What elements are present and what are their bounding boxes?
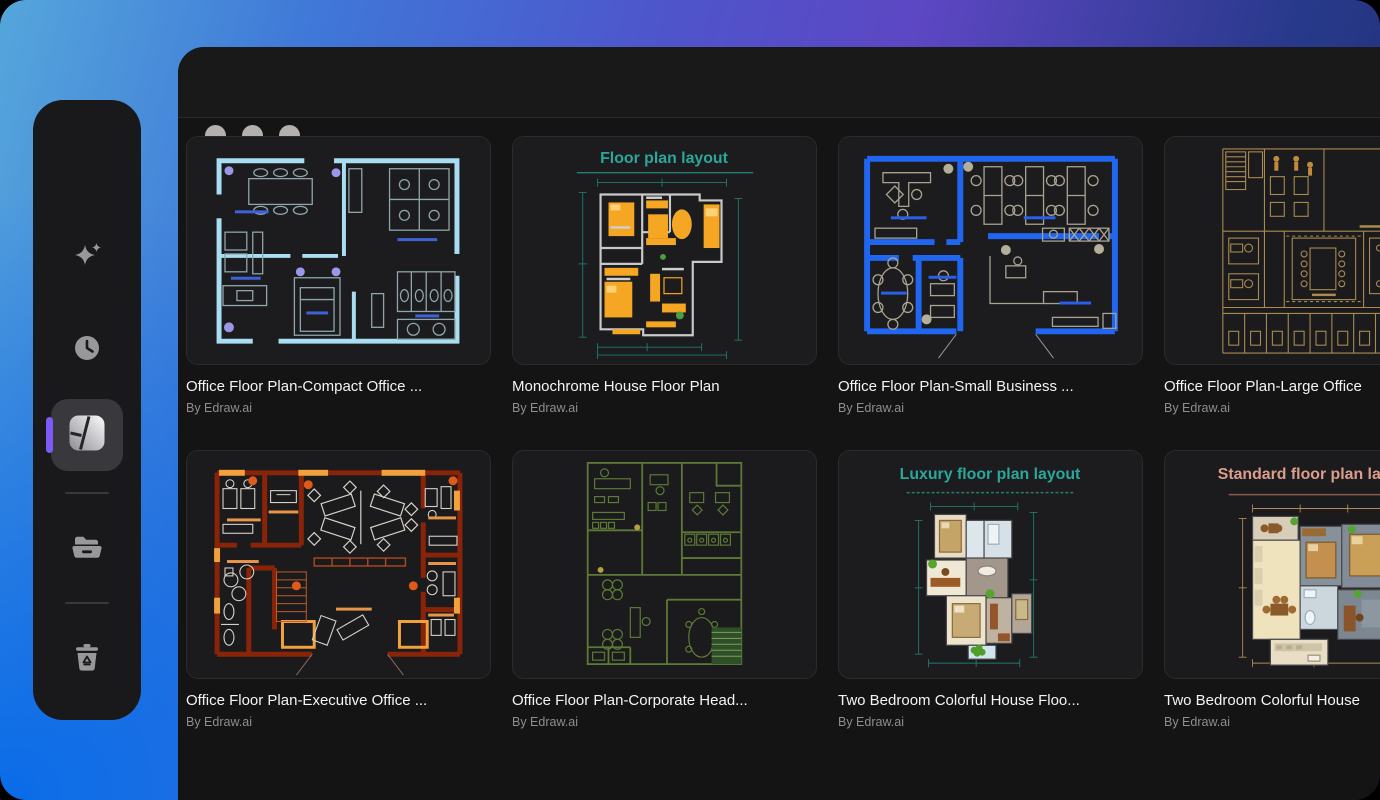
template-card[interactable]: Standard floor plan layout: [1164, 450, 1380, 679]
monochrome-house-thumbnail: Floor plan layout: [513, 137, 816, 364]
large-office-thumbnail: [1165, 137, 1380, 364]
template-title: Office Floor Plan-Large Office: [1164, 377, 1380, 396]
corporate-hq-thumbnail: [513, 451, 816, 678]
card-info: Office Floor Plan-Small Business ... By …: [838, 377, 1143, 415]
template-card[interactable]: [186, 450, 491, 679]
template-title: Two Bedroom Colorful House: [1164, 691, 1380, 710]
template-author: By Edraw.ai: [1164, 715, 1380, 729]
main-window: Floor plan layout: [178, 47, 1380, 800]
thumb-title: Standard floor plan layout: [1218, 466, 1380, 483]
compact-office-thumbnail: [187, 137, 490, 364]
template-author: By Edraw.ai: [186, 715, 491, 729]
template-author: By Edraw.ai: [838, 715, 1143, 729]
template-icon: [68, 414, 106, 457]
card-info: Two Bedroom Colorful House Floo... By Ed…: [838, 691, 1143, 729]
template-title: Office Floor Plan-Corporate Head...: [512, 691, 817, 710]
sidebar-divider: [65, 602, 109, 604]
card-info: Office Floor Plan-Compact Office ... By …: [186, 377, 491, 415]
sidebar-item-templates[interactable]: [51, 399, 123, 471]
sidebar-item-projects[interactable]: [33, 530, 141, 569]
template-card[interactable]: [512, 450, 817, 679]
luxury-house-thumbnail: Luxury floor plan layout: [839, 451, 1142, 678]
small-business-thumbnail: [839, 137, 1142, 364]
template-card[interactable]: [1164, 136, 1380, 365]
card-info: Office Floor Plan-Corporate Head... By E…: [512, 691, 817, 729]
folder-icon: [70, 530, 104, 569]
template-card[interactable]: Floor plan layout: [512, 136, 817, 365]
template-card[interactable]: [186, 136, 491, 365]
thumb-title: Luxury floor plan layout: [900, 466, 1081, 483]
template-author: By Edraw.ai: [186, 401, 491, 415]
template-title: Office Floor Plan-Executive Office ...: [186, 691, 491, 710]
desktop-background: Floor plan layout: [0, 0, 1380, 800]
thumb-title: Floor plan layout: [600, 150, 728, 167]
clock-icon: [70, 331, 104, 370]
standard-house-thumbnail: Standard floor plan layout: [1165, 451, 1380, 678]
trash-recycle-icon: [70, 641, 104, 680]
template-card[interactable]: [838, 136, 1143, 365]
card-info: Office Floor Plan-Large Office By Edraw.…: [1164, 377, 1380, 415]
window-titlebar: [178, 47, 1380, 118]
sidebar: [33, 100, 141, 720]
template-author: By Edraw.ai: [512, 401, 817, 415]
template-title: Office Floor Plan-Small Business ...: [838, 377, 1143, 396]
template-title: Two Bedroom Colorful House Floo...: [838, 691, 1143, 710]
template-title: Monochrome House Floor Plan: [512, 377, 817, 396]
template-title: Office Floor Plan-Compact Office ...: [186, 377, 491, 396]
card-info: Two Bedroom Colorful House By Edraw.ai: [1164, 691, 1380, 729]
sidebar-item-recent[interactable]: [33, 331, 141, 370]
card-info: Office Floor Plan-Executive Office ... B…: [186, 691, 491, 729]
executive-office-thumbnail: [187, 451, 490, 678]
sidebar-item-ai[interactable]: [33, 240, 141, 279]
sidebar-divider: [65, 492, 109, 494]
card-info: Monochrome House Floor Plan By Edraw.ai: [512, 377, 817, 415]
template-author: By Edraw.ai: [838, 401, 1143, 415]
sparkle-icon: [70, 240, 104, 279]
template-card[interactable]: Luxury floor plan layout: [838, 450, 1143, 679]
selected-indicator: [46, 417, 53, 453]
sidebar-item-trash[interactable]: [33, 641, 141, 680]
template-author: By Edraw.ai: [512, 715, 817, 729]
template-author: By Edraw.ai: [1164, 401, 1380, 415]
